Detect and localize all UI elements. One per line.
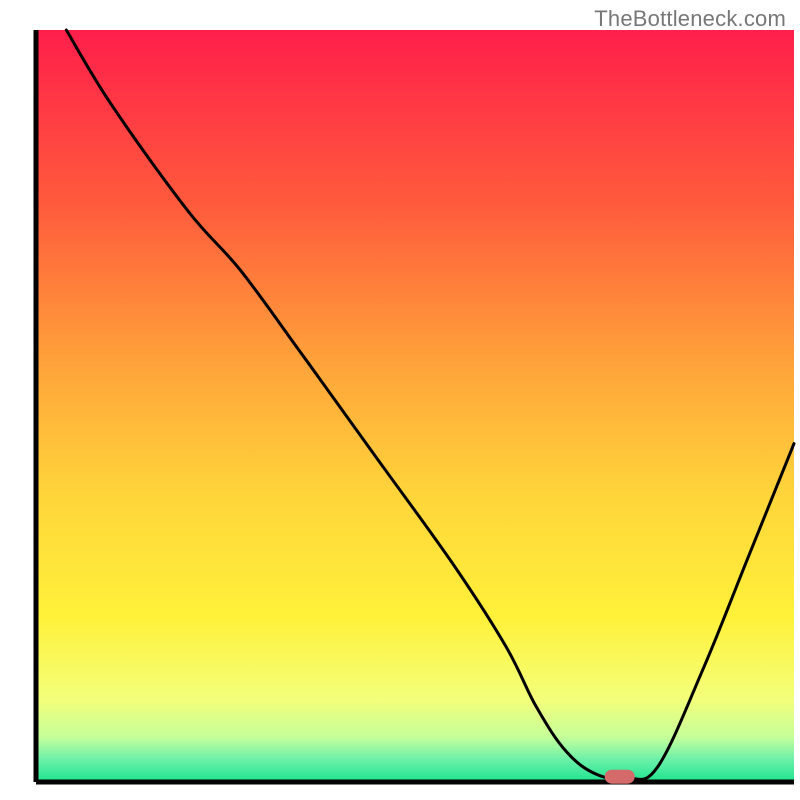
chart-container: TheBottleneck.com	[0, 0, 800, 800]
watermark-text: TheBottleneck.com	[594, 6, 786, 32]
bottleneck-chart	[0, 0, 800, 800]
marker-pill	[605, 770, 635, 784]
plot-background	[36, 30, 794, 782]
